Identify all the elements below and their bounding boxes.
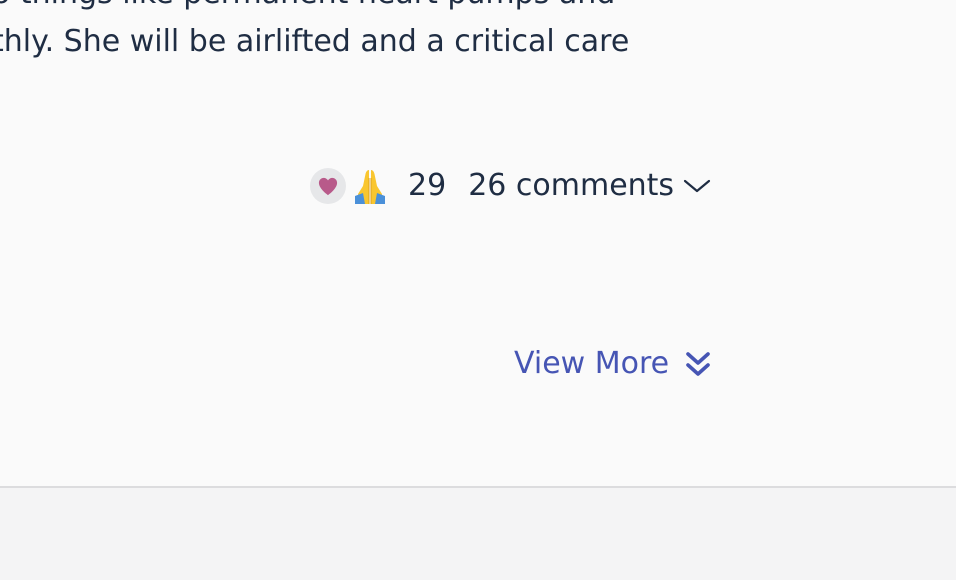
page-background (0, 488, 956, 580)
view-more-button[interactable]: View More (514, 342, 715, 386)
double-chevron-down-icon[interactable] (681, 347, 715, 381)
comments-toggle-button[interactable]: 26 comments (468, 166, 712, 206)
post-card: o things like permanent heart pumps and … (0, 0, 956, 488)
comments-count-label[interactable]: 26 comments (468, 166, 674, 206)
view-more-label[interactable]: View More (514, 344, 669, 384)
chevron-down-icon[interactable] (682, 171, 712, 201)
praying-hands-icon[interactable] (350, 166, 390, 206)
post-body-text: o things like permanent heart pumps and … (0, 0, 712, 66)
post-text-line: thly. She will be airlifted and a critic… (0, 24, 630, 59)
heart-icon[interactable] (310, 168, 346, 204)
reaction-count[interactable]: 29 (408, 166, 446, 206)
post-text-line: o things like permanent heart pumps and (0, 0, 712, 18)
reactions-bar: 29 26 comments (310, 166, 712, 206)
